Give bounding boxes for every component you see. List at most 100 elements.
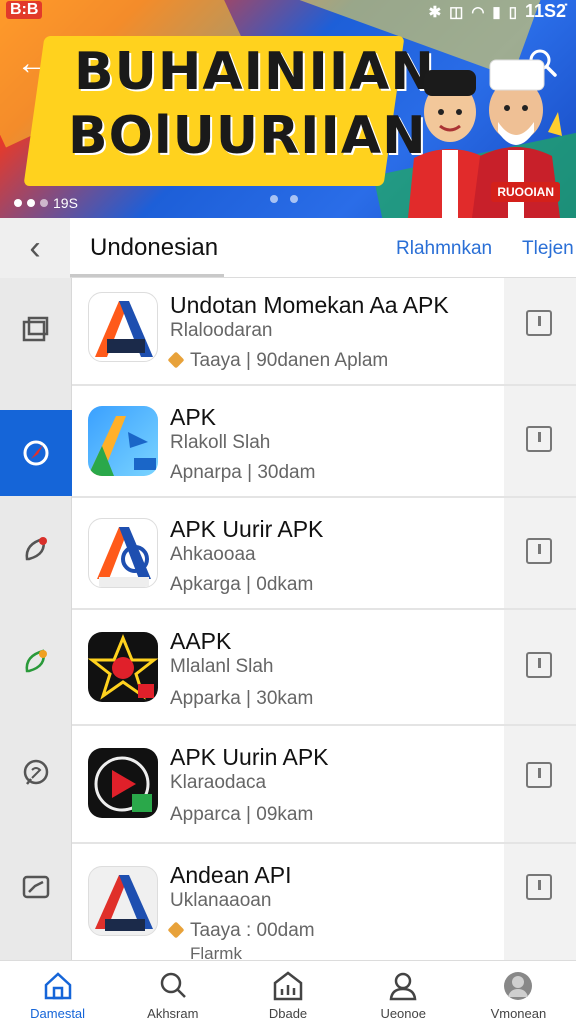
indicator-dot bbox=[40, 199, 48, 207]
more-button[interactable] bbox=[526, 762, 552, 788]
rating-badge-icon bbox=[167, 351, 185, 369]
app-icon bbox=[88, 632, 158, 702]
battery-icon: ▯ bbox=[508, 3, 517, 21]
nav-home[interactable]: Damestal bbox=[0, 961, 115, 1024]
sidebar-item-media[interactable] bbox=[0, 844, 72, 930]
chevron-left-icon: ‹ bbox=[29, 228, 41, 267]
banner-title-line2: BOlUURIIAN bbox=[68, 106, 427, 166]
nav-user-label: Ueonoe bbox=[380, 1006, 426, 1021]
user-icon bbox=[389, 972, 417, 1001]
app-name: APK Uurin APK bbox=[170, 744, 329, 770]
list-item[interactable]: Undotan Momekan Aa APK Rlaloodaran Taaya… bbox=[72, 278, 576, 386]
app-icon bbox=[88, 518, 158, 588]
nav-charts[interactable]: Dbade bbox=[230, 961, 345, 1024]
app-subtitle: Uklanaaoan bbox=[170, 890, 272, 911]
nav-profile[interactable]: Vmonean bbox=[461, 961, 576, 1024]
app-meta-text: Apparca | 09kam bbox=[170, 804, 314, 825]
carousel-dot[interactable] bbox=[290, 195, 298, 203]
app-subtitle: Ahkaooaa bbox=[170, 544, 256, 565]
status-left-text: B:B bbox=[6, 1, 43, 19]
leaf-icon bbox=[25, 649, 47, 673]
more-button[interactable] bbox=[526, 652, 552, 678]
nav-home-label: Damestal bbox=[30, 1006, 86, 1021]
sidebar-item-explore[interactable] bbox=[0, 410, 72, 496]
app-subtitle: Rlakoll Slah bbox=[170, 432, 271, 453]
list-item[interactable]: APK Uurin APK Klaraodaca Apparca | 09kam bbox=[72, 726, 576, 844]
app-subtitle: Rlaloodaran bbox=[170, 320, 273, 341]
compass-icon bbox=[23, 440, 49, 466]
app-meta: Taaya : 00dam bbox=[167, 920, 315, 942]
wifi-icon: ◠ bbox=[471, 3, 485, 21]
app-icon bbox=[88, 292, 158, 362]
nav-search-label: Akhsram bbox=[147, 1006, 199, 1021]
indicator-dot bbox=[14, 199, 22, 207]
app-name: Andean API bbox=[170, 862, 292, 888]
app-icon bbox=[88, 748, 158, 818]
app-meta: Taaya | 90danen Aplam bbox=[167, 350, 389, 372]
app-name: Undotan Momekan Aa APK bbox=[170, 292, 449, 318]
app-list: Undotan Momekan Aa APK Rlaloodaran Taaya… bbox=[72, 278, 576, 960]
tab-tlejen[interactable]: Tlejen bbox=[522, 238, 574, 260]
chat-icon bbox=[23, 759, 49, 785]
app-meta-text: Apnarpa | 30dam bbox=[170, 462, 316, 483]
app-icon bbox=[88, 406, 158, 476]
more-button[interactable] bbox=[526, 426, 552, 452]
more-button[interactable] bbox=[526, 874, 552, 900]
promo-banner[interactable]: B:B ✱ ◫ ◠ ▮ ▯ 11S2̇ ← BUHAINIIAN BOlUURI… bbox=[0, 0, 576, 218]
nav-profile-label: Vmonean bbox=[490, 1006, 547, 1021]
category-header: ‹ Undonesian Rlahmnkan Tlejen bbox=[0, 218, 576, 278]
bottom-navigation: Damestal Akhsram Dbade Ueonoe Vmonean bbox=[0, 960, 576, 1024]
app-meta-text: Taaya : 00dam bbox=[190, 920, 315, 941]
banner-title-line1: BUHAINIIAN bbox=[74, 42, 435, 102]
carousel-dot[interactable] bbox=[270, 195, 278, 203]
sidebar-item-tools[interactable] bbox=[0, 506, 72, 592]
rating-badge-icon bbox=[167, 921, 185, 939]
list-item[interactable]: APK Uurir APK Ahkaooaa Apkarga | 0dkam bbox=[72, 498, 576, 610]
status-right: ✱ ◫ ◠ ▮ ▯ 11S2̇ bbox=[429, 1, 566, 22]
banner-indicator: 19S bbox=[14, 195, 78, 211]
category-title: Undonesian bbox=[90, 234, 219, 261]
title-underline bbox=[70, 274, 224, 277]
category-sidebar bbox=[0, 278, 72, 960]
back-button[interactable]: ‹ bbox=[0, 218, 70, 278]
banner-badge: RUOOIAN bbox=[491, 182, 560, 202]
chart-icon bbox=[273, 971, 303, 1001]
more-button[interactable] bbox=[526, 310, 552, 336]
app-name: AAPK bbox=[170, 628, 232, 654]
status-time: 11S2̇ bbox=[524, 1, 566, 21]
row-shade bbox=[504, 844, 576, 960]
list-item[interactable]: Andean API Uklanaaoan Taaya : 00dam Flar… bbox=[72, 844, 576, 960]
app-subtitle: Klaraodaca bbox=[170, 772, 267, 793]
app-subtitle: Mlalanl Slah bbox=[170, 656, 274, 677]
home-icon bbox=[44, 972, 71, 1000]
sidebar-item-social[interactable] bbox=[0, 618, 72, 704]
app-meta-text: Apkarga | 0dkam bbox=[170, 574, 314, 595]
list-item[interactable]: AAPK Mlalanl Slah Apparka | 30kam bbox=[72, 610, 576, 726]
list-item[interactable]: APK Rlakoll Slah Apnarpa | 30dam bbox=[72, 386, 576, 498]
nav-search[interactable]: Akhsram bbox=[115, 961, 230, 1024]
signal-icon: ▮ bbox=[492, 3, 501, 21]
sidebar-item-apps[interactable] bbox=[0, 286, 72, 372]
nav-charts-label: Dbade bbox=[268, 1006, 308, 1021]
bluetooth-icon: ✱ bbox=[428, 3, 442, 21]
status-bar: B:B ✱ ◫ ◠ ▮ ▯ 11S2̇ bbox=[0, 0, 576, 24]
app-meta-text: Apparka | 30kam bbox=[170, 688, 314, 709]
app-icon bbox=[88, 866, 158, 936]
profile-icon bbox=[504, 972, 533, 1000]
app-meta-text: Taaya | 90danen Aplam bbox=[190, 350, 389, 371]
carousel-dots bbox=[270, 195, 298, 203]
search-icon bbox=[160, 972, 186, 998]
indicator-dot bbox=[27, 199, 35, 207]
nav-user[interactable]: Ueonoe bbox=[346, 961, 461, 1024]
app-name: APK Uurir APK bbox=[170, 516, 324, 542]
sidebar-item-chat[interactable] bbox=[0, 730, 72, 816]
vibrate-icon: ◫ bbox=[449, 3, 464, 21]
tab-rlahmnkan[interactable]: Rlahmnkan bbox=[396, 238, 492, 260]
app-extra-text: Flarmk bbox=[190, 944, 242, 960]
leaf-pen-icon bbox=[25, 537, 47, 561]
box-icon bbox=[22, 316, 49, 342]
more-button[interactable] bbox=[526, 538, 552, 564]
app-name: APK bbox=[170, 404, 217, 430]
banner-counter: 19S bbox=[53, 195, 78, 211]
image-icon bbox=[22, 875, 50, 899]
